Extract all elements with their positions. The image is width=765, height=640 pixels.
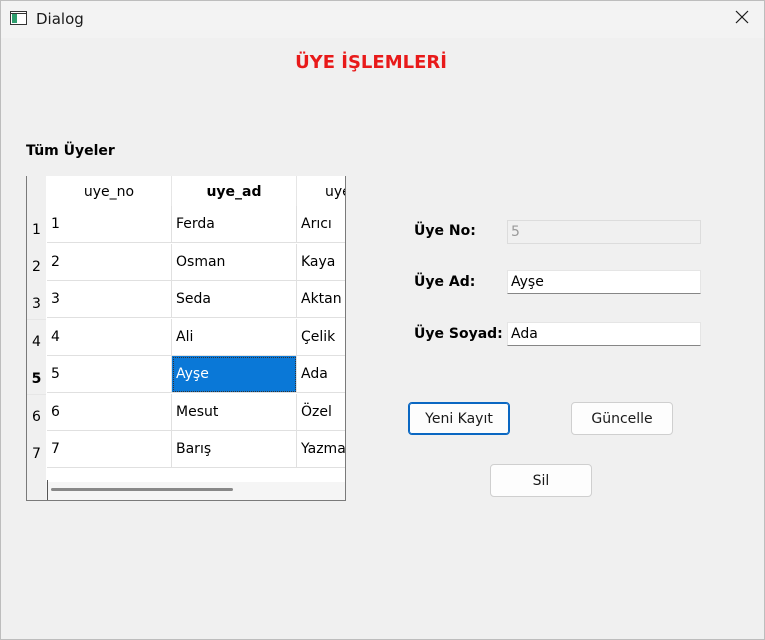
column-header-uye-no[interactable]: uye_no [47, 176, 172, 208]
column-header-uye-soyad[interactable]: uye [297, 176, 345, 208]
uye-no-field [507, 220, 701, 244]
table-cell[interactable]: 7 [47, 431, 172, 468]
horizontal-scrollbar[interactable] [46, 482, 345, 500]
page-heading: ÜYE İŞLEMLERİ [295, 52, 447, 73]
horizontal-scrollbar-thumb[interactable] [51, 488, 233, 491]
table-cell[interactable]: 5 [47, 356, 172, 393]
row-header-current[interactable]: 5 [27, 357, 46, 395]
uye-soyad-field[interactable] [507, 322, 701, 346]
table-cell[interactable]: Ada [297, 356, 345, 393]
table-corner[interactable] [27, 176, 46, 208]
table-cell[interactable]: Çelik [297, 319, 345, 356]
table-cell[interactable]: Kaya [297, 244, 345, 281]
table-cell[interactable]: 1 [47, 206, 172, 243]
new-record-button[interactable]: Yeni Kayıt [408, 402, 510, 435]
row-header[interactable]: 3 [27, 282, 46, 320]
title-bar: Dialog [0, 0, 765, 38]
window-title: Dialog [36, 10, 84, 28]
close-icon [735, 10, 749, 28]
uye-no-label: Üye No: [414, 223, 476, 239]
table-cell[interactable]: Seda [172, 281, 297, 318]
members-section-label: Tüm Üyeler [26, 143, 115, 159]
update-button[interactable]: Güncelle [571, 402, 673, 435]
table-cell[interactable]: Ali [172, 319, 297, 356]
row-header[interactable]: 1 [27, 208, 46, 246]
table-cell[interactable]: 4 [47, 319, 172, 356]
table-scroll-corner [27, 468, 46, 500]
table-cell[interactable]: Osman [172, 244, 297, 281]
app-window-icon [10, 11, 27, 25]
table-cell[interactable]: Özel [297, 394, 345, 431]
table-divider [47, 480, 48, 500]
table-cell[interactable]: Aktan [297, 281, 345, 318]
row-header[interactable]: 7 [27, 432, 46, 470]
uye-ad-field[interactable] [507, 270, 701, 294]
table-cell[interactable]: Barış [172, 431, 297, 468]
table-cell[interactable]: 3 [47, 281, 172, 318]
close-button[interactable] [719, 0, 765, 38]
delete-button[interactable]: Sil [490, 464, 592, 497]
table-cell[interactable]: 6 [47, 394, 172, 431]
table-cell[interactable]: 2 [47, 244, 172, 281]
row-header[interactable]: 2 [27, 245, 46, 283]
row-header[interactable]: 4 [27, 320, 46, 358]
table-cell-selected[interactable]: Ayşe [172, 356, 297, 393]
uye-soyad-label: Üye Soyad: [414, 326, 503, 342]
table-cell[interactable]: Arıcı [297, 206, 345, 243]
members-table[interactable]: uye_no uye_ad uye 1 1 Ferda Arıcı 2 2 Os… [26, 176, 346, 501]
row-header[interactable]: 6 [27, 395, 46, 433]
table-cell[interactable]: Yazmar [297, 431, 345, 468]
table-cell[interactable]: Mesut [172, 394, 297, 431]
column-header-uye-ad[interactable]: uye_ad [172, 176, 297, 208]
uye-ad-label: Üye Ad: [414, 274, 476, 290]
table-cell[interactable]: Ferda [172, 206, 297, 243]
